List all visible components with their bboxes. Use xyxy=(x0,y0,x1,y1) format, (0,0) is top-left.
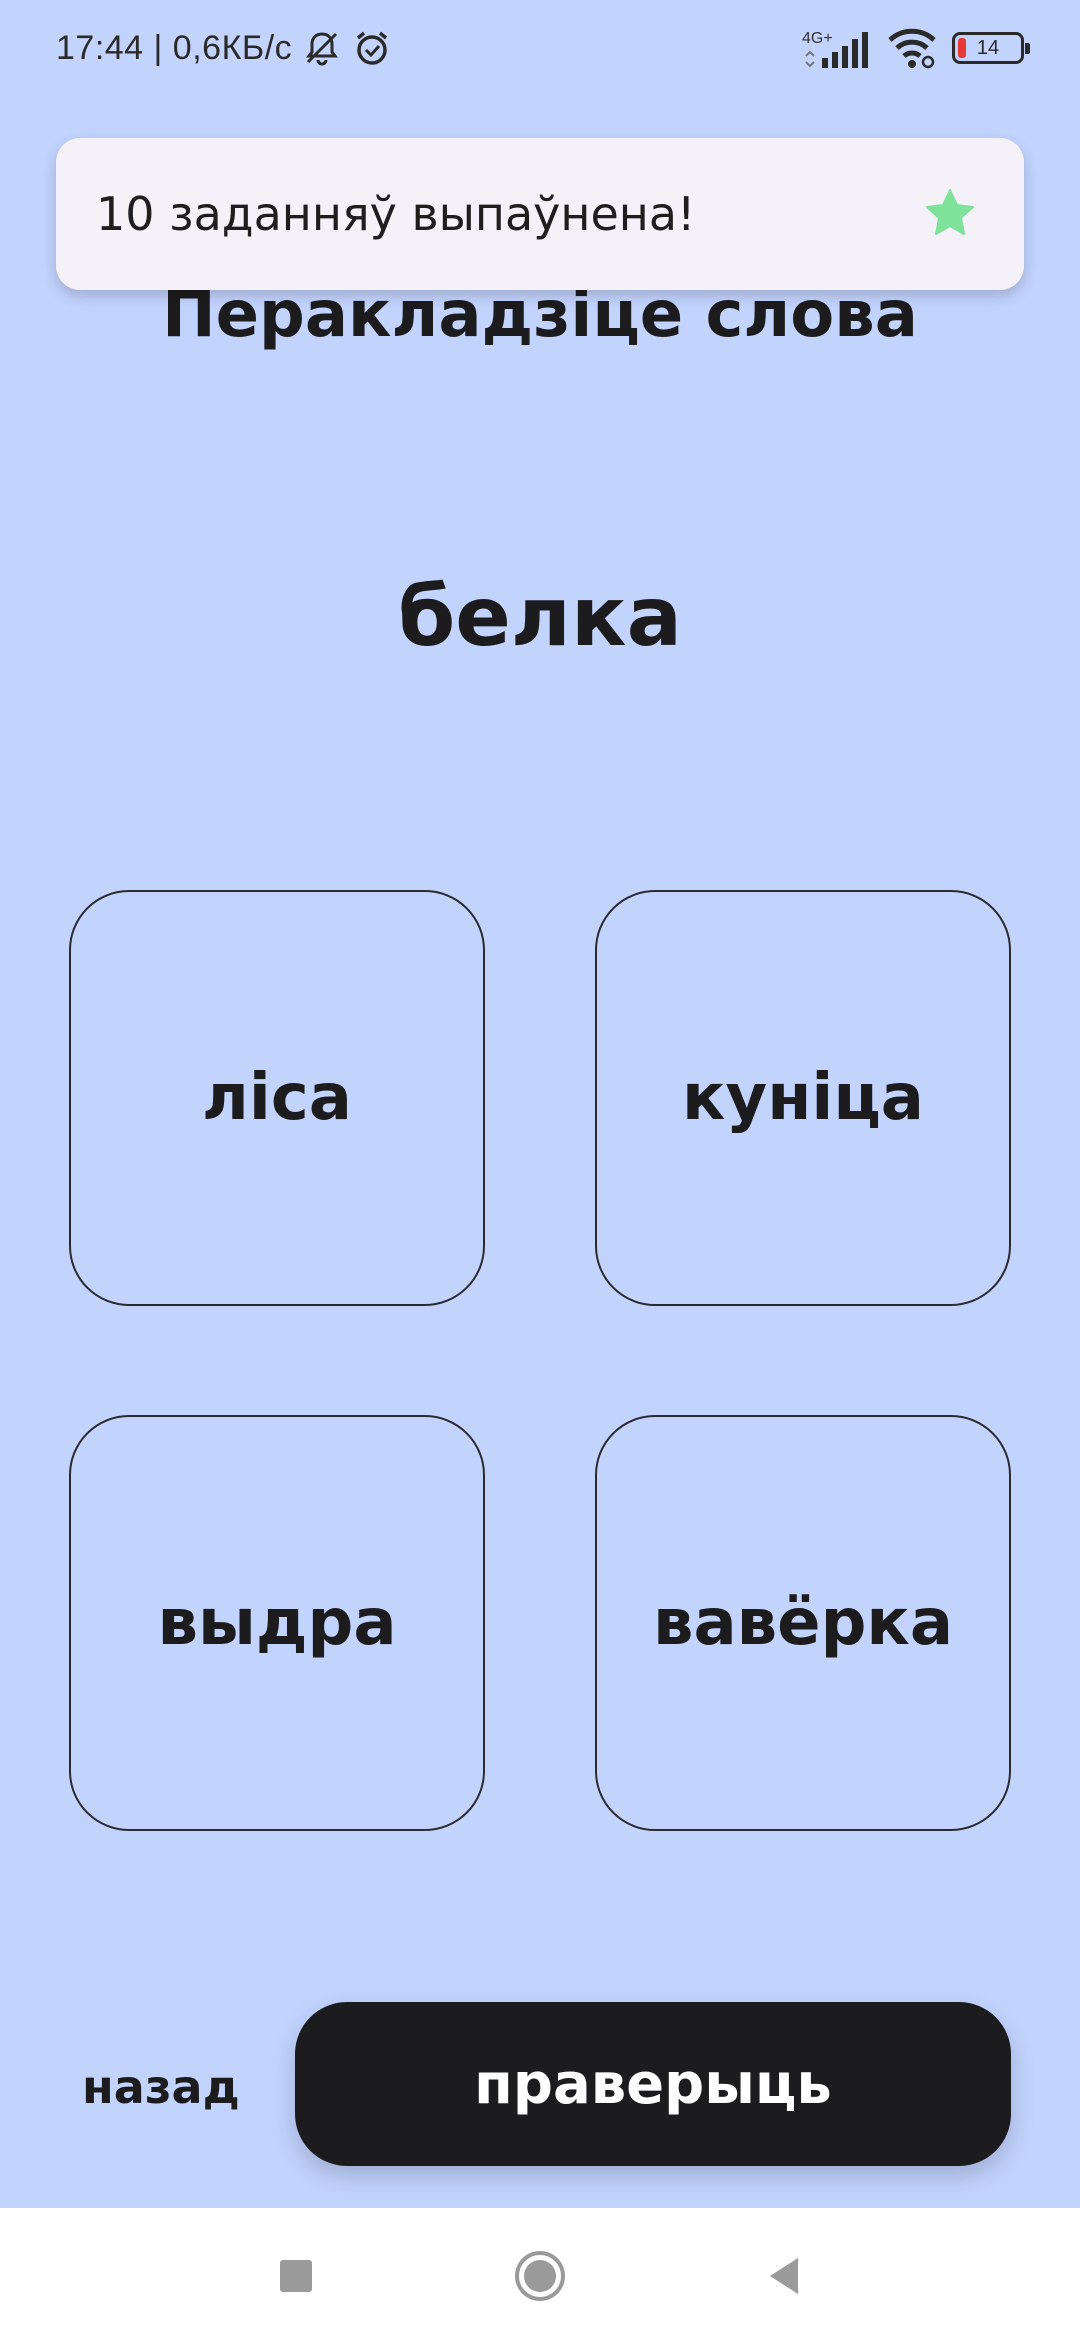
star-icon xyxy=(922,186,978,242)
status-right: 4G+ 14 xyxy=(802,24,1030,72)
check-button[interactable]: праверыць xyxy=(295,2002,1011,2166)
bell-muted-icon xyxy=(302,28,342,68)
option-card[interactable]: ліса xyxy=(69,890,485,1306)
navigation-bar xyxy=(0,2208,1080,2340)
status-left: 17:44 | 0,6КБ/с xyxy=(56,24,392,72)
wifi-icon xyxy=(886,26,938,70)
option-card[interactable]: выдра xyxy=(69,1415,485,1831)
recents-icon[interactable] xyxy=(268,2248,324,2304)
battery-icon: 14 xyxy=(952,32,1030,64)
status-time-speed: 17:44 | 0,6КБ/с xyxy=(56,28,293,67)
word-to-translate: белка xyxy=(398,570,682,665)
alarm-icon xyxy=(352,28,392,68)
option-card[interactable]: куніца xyxy=(595,890,1011,1306)
option-card[interactable]: вавёрка xyxy=(595,1415,1011,1831)
status-bar: 17:44 | 0,6КБ/с 4G+ 14 xyxy=(0,0,1080,96)
battery-level: 14 xyxy=(976,36,1000,59)
home-icon[interactable] xyxy=(512,2248,568,2304)
completion-toast: 10 заданняў выпаўнена! xyxy=(56,138,1024,290)
signal-icon: 4G+ xyxy=(802,26,872,70)
back-button[interactable]: назад xyxy=(82,2052,240,2122)
back-icon[interactable] xyxy=(756,2248,812,2304)
toast-message: 10 заданняў выпаўнена! xyxy=(96,187,696,241)
